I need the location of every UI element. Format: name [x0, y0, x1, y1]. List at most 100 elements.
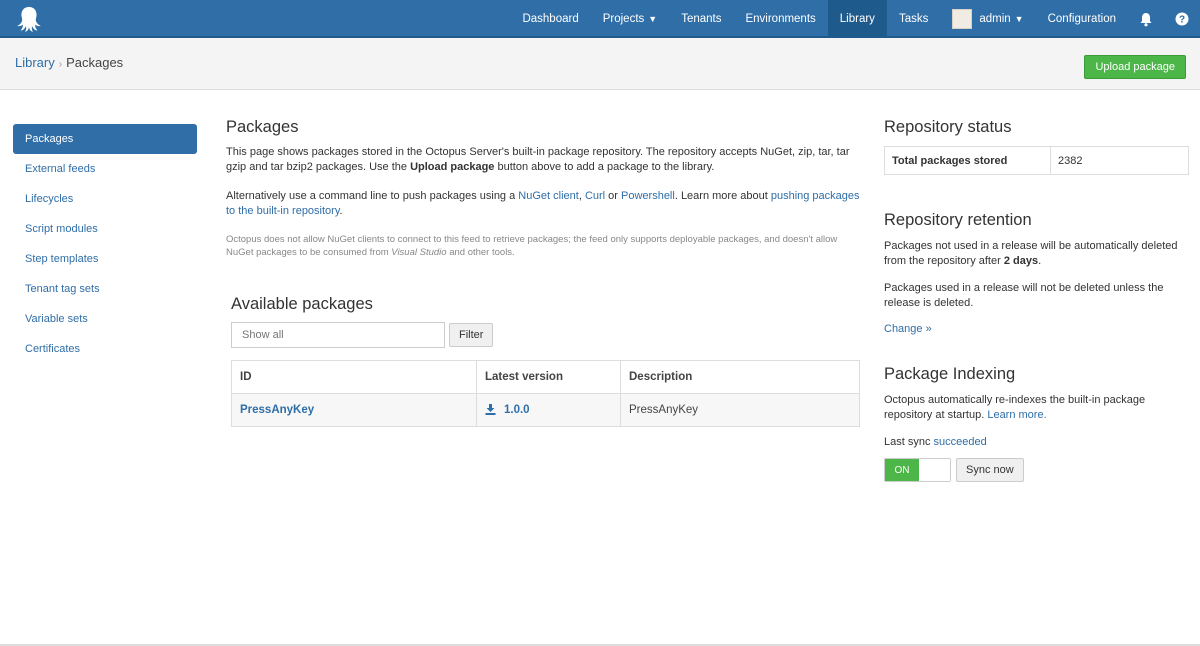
sidebar-item-packages[interactable]: Packages — [13, 124, 197, 154]
available-packages-section: Available packages Filter ID Latest vers… — [231, 295, 860, 427]
column-header-latest-version: Latest version — [476, 360, 621, 394]
nav-configuration-label: Configuration — [1047, 13, 1116, 25]
sync-now-button[interactable]: Sync now — [956, 458, 1024, 482]
package-version-link[interactable]: 1.0.0 — [504, 404, 530, 416]
nav-tasks-label: Tasks — [898, 13, 929, 25]
toggle-knob — [919, 459, 950, 481]
retention-paragraph-2: Packages used in a release will not be d… — [884, 282, 1164, 309]
breadcrumb-bar: Library › Packages Upload package — [0, 38, 1200, 90]
column-header-id: ID — [231, 360, 477, 394]
nav-environments-label: Environments — [745, 13, 816, 25]
sidebar-item-certificates[interactable]: Certificates — [13, 334, 197, 364]
help-icon: ? — [1175, 12, 1189, 26]
package-description-cell: PressAnyKey — [620, 393, 860, 427]
nav-environments[interactable]: Environments — [733, 0, 827, 38]
intro-text-bold: Upload package — [410, 161, 495, 173]
sidebar-item-script-modules[interactable]: Script modules — [13, 214, 197, 244]
total-packages-value: 2382 — [1050, 146, 1189, 175]
download-icon[interactable] — [485, 404, 496, 416]
indexing-section: Package Indexing Octopus automatically r… — [884, 365, 1190, 482]
or-text: or — [605, 190, 622, 202]
chevron-down-icon: ▼ — [648, 14, 658, 24]
retention-days: 2 days — [1003, 255, 1039, 267]
sidebar-item-lifecycles[interactable]: Lifecycles — [13, 184, 197, 214]
library-sidebar: Packages External feeds Lifecycles Scrip… — [13, 124, 197, 364]
powershell-link[interactable]: Powershell — [621, 190, 675, 202]
filter-button[interactable]: Filter — [449, 323, 494, 347]
intro-text-c: button above to add a package to the lib… — [494, 161, 715, 173]
repository-retention-title: Repository retention — [884, 211, 1032, 229]
svg-text:?: ? — [1179, 15, 1185, 26]
right-panel: Repository status Total packages stored … — [884, 118, 1190, 482]
indexing-toggle[interactable]: ON — [884, 458, 951, 482]
sidebar-item-external-feeds[interactable]: External feeds — [13, 154, 197, 184]
retention-paragraph-1: Packages not used in a release will be a… — [884, 239, 1190, 269]
breadcrumb-current: Packages — [66, 55, 124, 70]
last-sync-text: Last sync succeeded — [884, 435, 1190, 450]
available-packages-title: Available packages — [231, 295, 373, 313]
nav-projects-label: Projects — [602, 13, 645, 25]
push-text-a: Alternatively use a command line to push… — [226, 190, 519, 202]
package-id-cell: PressAnyKey — [231, 393, 477, 427]
total-packages-label: Total packages stored — [884, 146, 1051, 175]
package-id-link[interactable]: PressAnyKey — [240, 404, 314, 416]
octopus-logo-icon[interactable] — [14, 4, 44, 34]
filter-input[interactable] — [231, 322, 445, 348]
help-button[interactable]: ? — [1164, 0, 1200, 38]
last-sync-status-link[interactable]: succeeded — [934, 436, 987, 448]
nav-library-label: Library — [839, 13, 875, 25]
main-content: Packages This page shows packages stored… — [226, 118, 860, 427]
user-menu[interactable]: admin ▼ — [940, 0, 1035, 38]
table-header-row: ID Latest version Description — [231, 360, 860, 394]
page-title: Packages — [226, 118, 299, 136]
upload-package-button[interactable]: Upload package — [1084, 55, 1186, 79]
push-paragraph: Alternatively use a command line to push… — [226, 189, 860, 219]
column-header-description: Description — [620, 360, 860, 394]
intro-paragraph: This page shows packages stored in the O… — [226, 145, 860, 175]
user-name: admin — [979, 13, 1011, 25]
repository-status-table: Total packages stored 2382 — [884, 146, 1189, 175]
change-retention-link[interactable]: Change » — [884, 323, 932, 335]
nav-dashboard-label: Dashboard — [522, 13, 579, 25]
retention-text-c: . — [1038, 255, 1042, 267]
nav-projects[interactable]: Projects ▼ — [591, 0, 669, 38]
packages-table: ID Latest version Description PressAnyKe… — [231, 360, 860, 427]
toggle-on-label: ON — [885, 459, 919, 481]
breadcrumb: Library › Packages — [15, 55, 123, 70]
bell-icon — [1140, 12, 1152, 26]
indexing-controls: ON Sync now — [884, 458, 1190, 482]
note-text-em: Visual Studio — [391, 247, 447, 258]
retention-section: Repository retention Packages not used i… — [884, 211, 1190, 335]
sidebar-item-variable-sets[interactable]: Variable sets — [13, 304, 197, 334]
breadcrumb-library[interactable]: Library — [15, 55, 55, 70]
notifications-button[interactable] — [1128, 0, 1164, 38]
avatar — [952, 9, 973, 29]
filter-row: Filter — [231, 322, 860, 348]
note-text-b: and other tools. — [446, 247, 515, 258]
nav-tenants-label: Tenants — [681, 13, 722, 25]
nuget-note: Octopus does not allow NuGet clients to … — [226, 233, 860, 259]
period-text: . — [339, 205, 343, 217]
top-navbar: Dashboard Projects ▼ Tenants Environments… — [0, 0, 1200, 38]
package-version-cell: 1.0.0 — [476, 393, 621, 427]
nav-dashboard[interactable]: Dashboard — [510, 0, 590, 38]
package-indexing-title: Package Indexing — [884, 365, 1016, 383]
sidebar-item-step-templates[interactable]: Step templates — [13, 244, 197, 274]
nav-tenants[interactable]: Tenants — [669, 0, 733, 38]
nav-library[interactable]: Library — [827, 0, 887, 38]
learn-more-link[interactable]: Learn more. — [987, 409, 1046, 421]
sidebar-item-tenant-tag-sets[interactable]: Tenant tag sets — [13, 274, 197, 304]
note-text-a: Octopus does not allow NuGet clients to … — [226, 234, 838, 258]
nav-configuration[interactable]: Configuration — [1036, 0, 1128, 38]
breadcrumb-separator-icon: › — [58, 59, 63, 70]
chevron-down-icon: ▼ — [1014, 14, 1024, 24]
table-row: Total packages stored 2382 — [884, 146, 1189, 175]
nuget-client-link[interactable]: NuGet client — [518, 190, 579, 202]
last-sync-label: Last sync — [884, 436, 934, 448]
indexing-paragraph: Octopus automatically re-indexes the bui… — [884, 393, 1190, 423]
nav-tasks[interactable]: Tasks — [887, 0, 940, 38]
curl-link[interactable]: Curl — [585, 190, 605, 202]
repository-status-title: Repository status — [884, 118, 1012, 136]
push-text-b: . Learn more about — [674, 190, 771, 202]
table-row: PressAnyKey 1.0.0 PressAnyKey — [231, 393, 860, 427]
